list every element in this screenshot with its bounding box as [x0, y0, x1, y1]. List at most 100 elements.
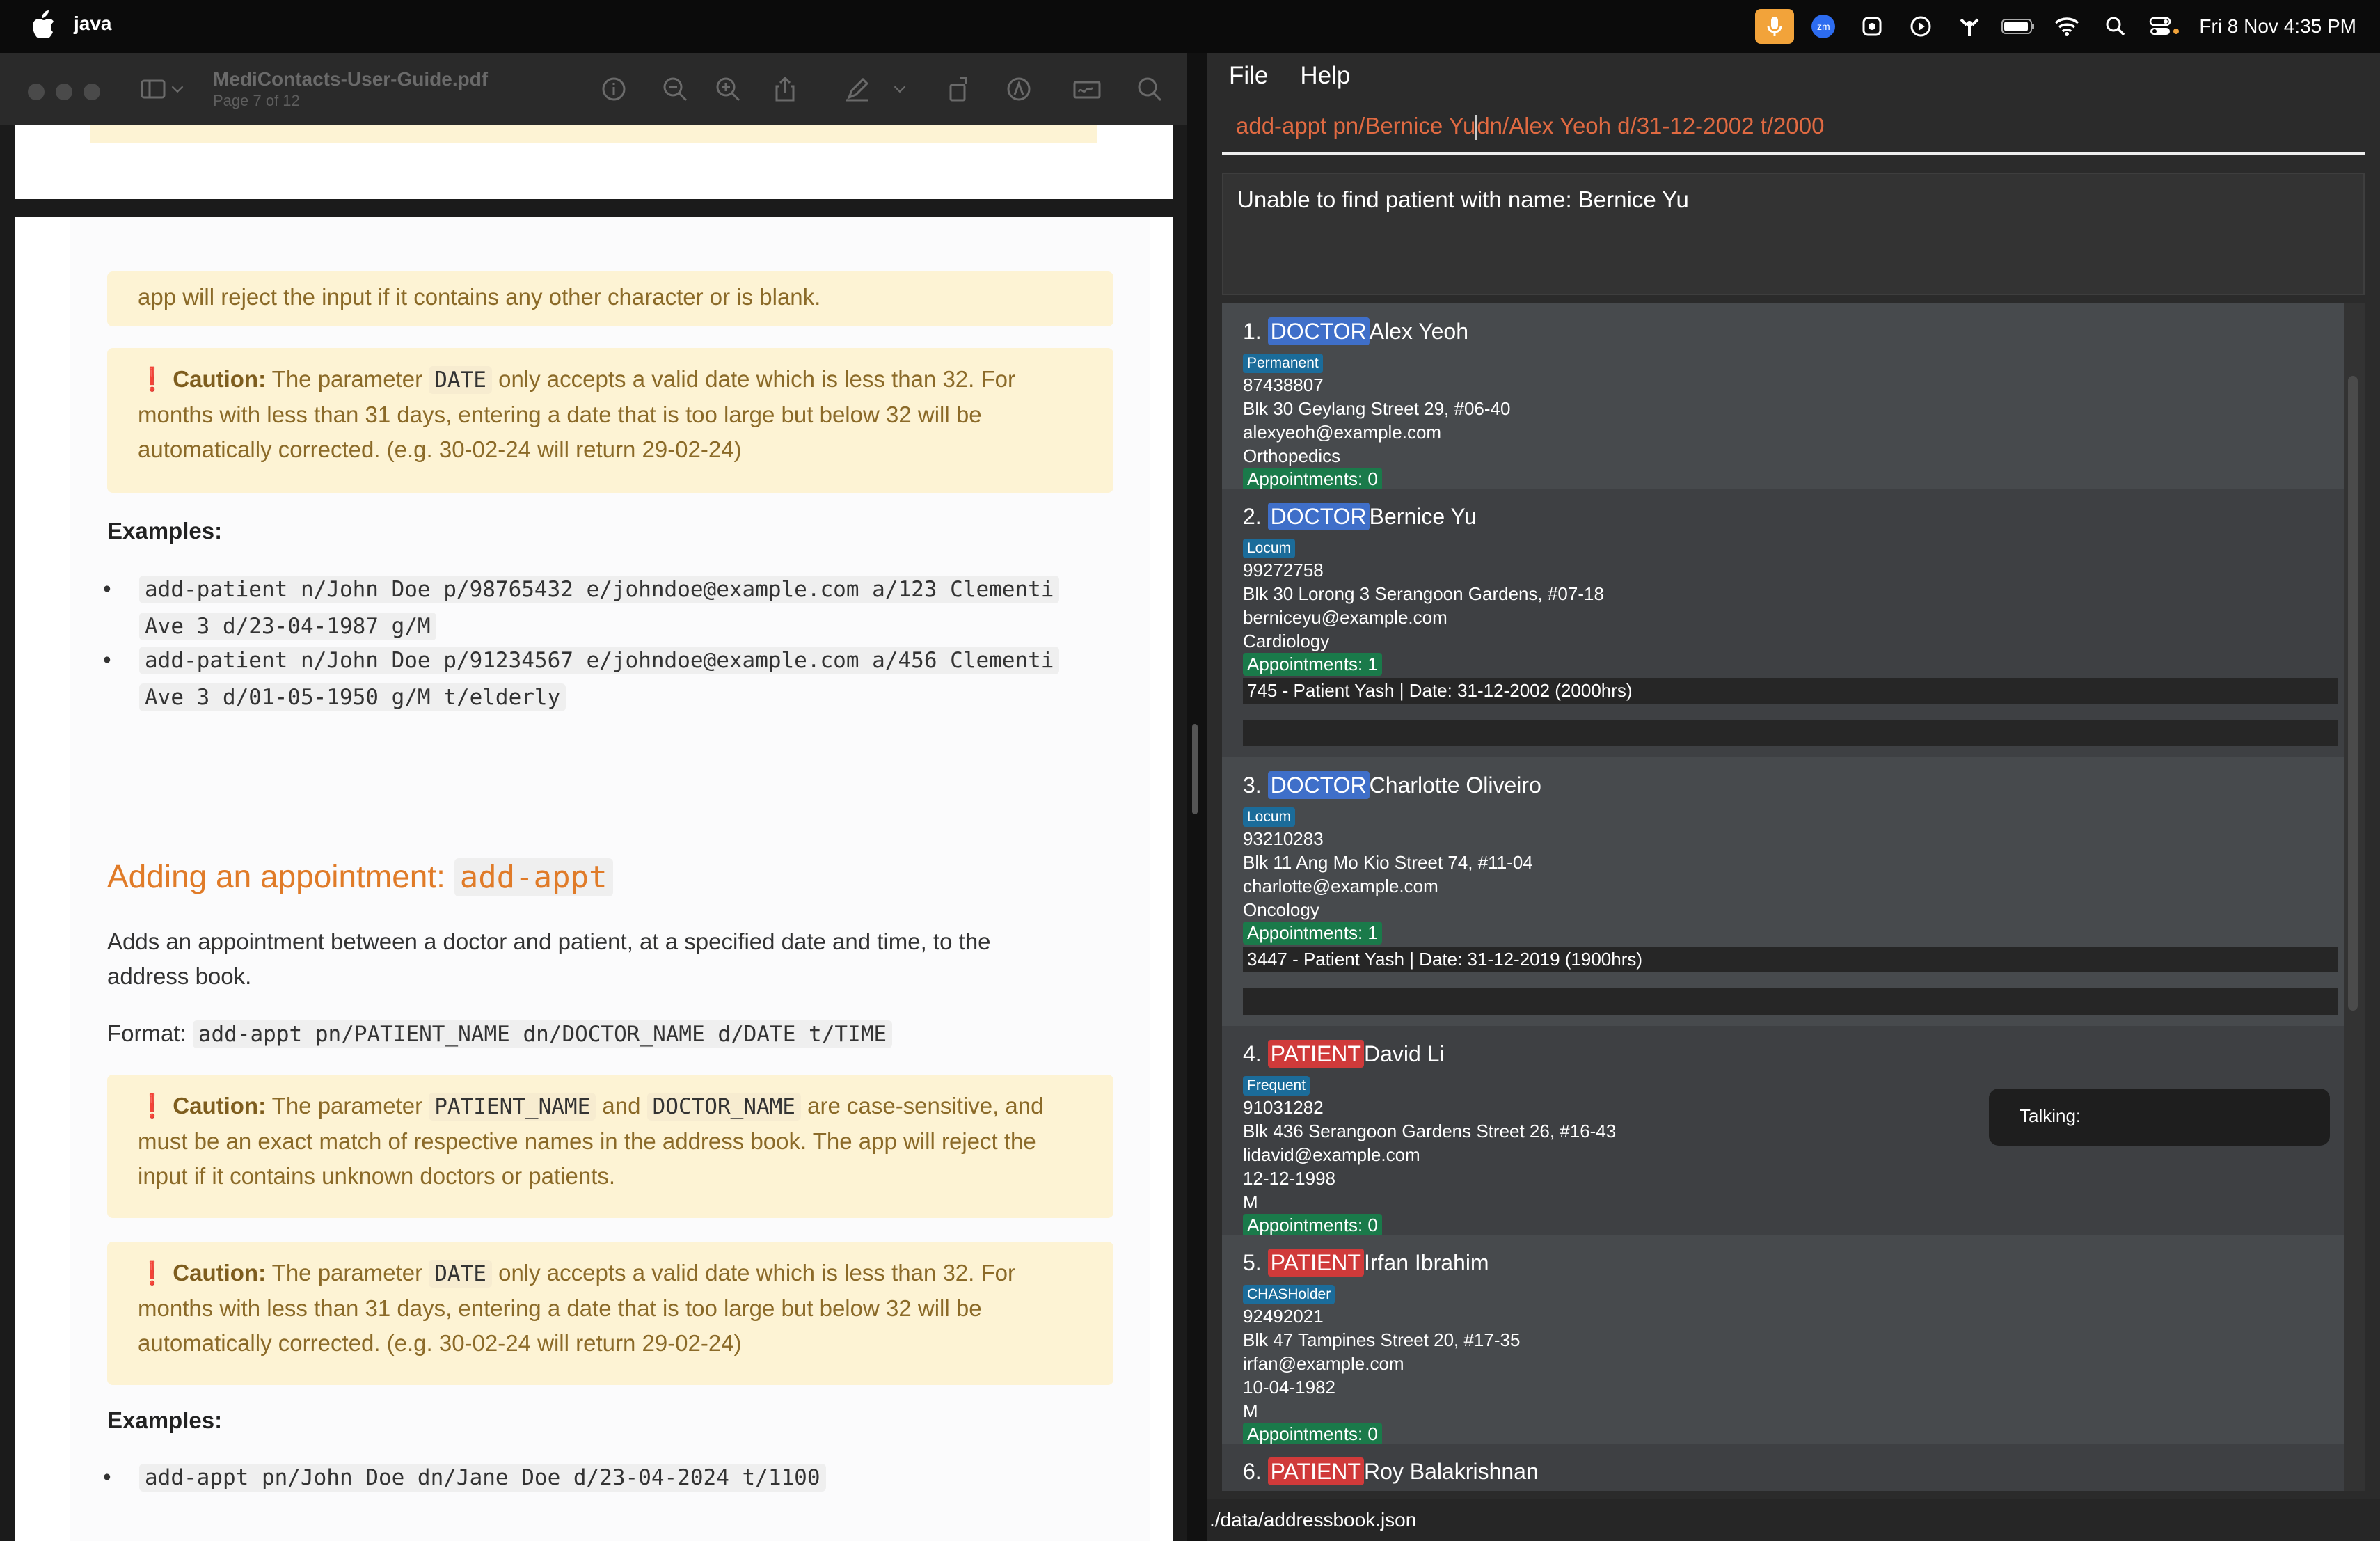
person-list[interactable]: 1. DOCTOR Alex Yeoh Permanent 87438807 Bl… — [1222, 303, 2365, 1491]
chevron-down-icon[interactable] — [167, 72, 188, 106]
signature-icon[interactable] — [1068, 72, 1106, 106]
appointment-row[interactable]: 745 - Patient Yash | Date: 31-12-2002 (2… — [1243, 678, 2338, 704]
caution-label: Caution: — [173, 1260, 267, 1286]
role-badge: DOCTOR — [1267, 771, 1370, 799]
zoom-window-button[interactable] — [84, 84, 100, 100]
list-item[interactable]: 6. PATIENT Roy Balakrishnan — [1222, 1444, 2344, 1491]
data-file-path: ./data/addressbook.json — [1209, 1509, 1417, 1531]
spotlight-icon[interactable] — [2096, 9, 2135, 44]
caution-text: only accepts a valid date which is less … — [498, 1260, 1015, 1286]
microphone-icon[interactable] — [1755, 9, 1795, 44]
tag-badge: CHASHolder — [1243, 1285, 1335, 1304]
app-name[interactable]: java — [74, 13, 112, 35]
caution-box-names: ❗ Caution: The parameter PATIENT_NAME an… — [107, 1075, 1113, 1218]
caution-text: automatically corrected. (e.g. 30-02-24 … — [138, 1330, 742, 1356]
command-input[interactable]: add-appt pn/Bernice Yudn/Alex Yeoh d/31-… — [1222, 106, 2365, 155]
rotate-icon[interactable] — [944, 72, 977, 106]
annotate-icon[interactable] — [1002, 72, 1036, 106]
info-icon[interactable] — [597, 72, 630, 106]
list-item: • add-patient n/John Doe p/98765432 e/jo… — [103, 571, 1141, 645]
pdf-page-previous — [15, 125, 1173, 199]
scrollbar-thumb[interactable] — [2348, 376, 2358, 1011]
wifi-icon[interactable] — [2047, 9, 2086, 44]
menu-help[interactable]: Help — [1300, 62, 1350, 90]
app-menu: File Help — [1207, 53, 2380, 99]
person-heading: 5. PATIENT Irfan Ibrahim — [1243, 1249, 1489, 1277]
tag-badge: Frequent — [1243, 1076, 1310, 1096]
search-icon[interactable] — [1133, 72, 1166, 106]
gender: M — [1243, 1400, 1258, 1421]
markup-pen-icon[interactable] — [841, 72, 874, 106]
minimize-window-button[interactable] — [56, 84, 72, 100]
menu-bar: java zm Fri 8 Nov 4:35 PM — [0, 0, 2380, 53]
play-icon[interactable] — [1901, 9, 1940, 44]
list-item[interactable]: 5. PATIENT Irfan Ibrahim CHASHolder 92492… — [1222, 1235, 2344, 1446]
talking-label: Talking: — [2020, 1105, 2081, 1126]
index: 1. — [1243, 319, 1262, 344]
person-name: Roy Balakrishnan — [1363, 1459, 1539, 1484]
exclamation-icon: ❗ — [138, 366, 167, 392]
appointments-badge: Appointments: 0 — [1243, 1214, 1382, 1237]
bullet: • — [103, 1464, 111, 1489]
caution-text: must be an exact match of respective nam… — [138, 1128, 1036, 1154]
bullet: • — [103, 647, 111, 672]
command-text: dn/Alex Yeoh d/31-12-2002 t/2000 — [1477, 113, 1825, 139]
person-name: Charlotte Oliveiro — [1369, 773, 1541, 798]
index: 5. — [1243, 1250, 1262, 1275]
role-badge: PATIENT — [1267, 1457, 1364, 1485]
markup-chevron-icon[interactable] — [889, 72, 910, 106]
example-code: Ave 3 d/01-05-1950 g/M t/elderly — [139, 683, 566, 711]
role-badge: PATIENT — [1267, 1249, 1364, 1277]
split-handle[interactable] — [1192, 724, 1198, 814]
talking-popup: Talking: — [1989, 1089, 2330, 1146]
appointment-row-empty — [1243, 988, 2338, 1015]
email: alexyeoh@example.com — [1243, 422, 1442, 443]
menu-file[interactable]: File — [1229, 62, 1268, 90]
zoom-out-icon[interactable] — [658, 72, 692, 106]
code-patient-name: PATIENT_NAME — [429, 1093, 596, 1121]
tag-badge: Locum — [1243, 539, 1296, 558]
list-scrollbar[interactable] — [2344, 303, 2365, 1491]
description-text: Adds an appointment between a doctor and… — [107, 928, 991, 954]
list-item[interactable]: 3. DOCTOR Charlotte Oliveiro Locum 932102… — [1222, 757, 2344, 1026]
appointment-row[interactable]: 3447 - Patient Yash | Date: 31-12-2019 (… — [1243, 947, 2338, 972]
tag-badge: Permanent — [1243, 354, 1323, 373]
sidebar-icon[interactable] — [136, 72, 170, 106]
battery-icon[interactable] — [1999, 9, 2038, 44]
index: 2. — [1243, 504, 1262, 529]
list-item[interactable]: 2. DOCTOR Bernice Yu Locum 99272758 Blk 3… — [1222, 489, 2344, 757]
example-code: add-appt pn/John Doe dn/Jane Doe d/23-04… — [139, 1464, 826, 1492]
list-item: • add-appt pn/John Doe dn/Jane Doe d/23-… — [103, 1459, 1141, 1496]
status-bar: ./data/addressbook.json — [1207, 1499, 2380, 1541]
share-icon[interactable] — [768, 72, 802, 106]
phone: 91031282 — [1243, 1097, 1324, 1118]
vpn-icon[interactable] — [1853, 9, 1891, 44]
person-heading: 6. PATIENT Roy Balakrishnan — [1243, 1457, 1539, 1485]
caution-box-date: ❗ Caution: The parameter DATE only accep… — [107, 348, 1113, 493]
email: berniceyu@example.com — [1243, 607, 1447, 628]
address: Blk 47 Tampines Street 20, #17-35 — [1243, 1329, 1521, 1350]
caution-text: input if it contains unknown doctors or … — [138, 1163, 616, 1189]
airdrop-icon[interactable] — [1950, 9, 1989, 44]
code-date: DATE — [429, 1260, 492, 1288]
birth-date: 10-04-1982 — [1243, 1377, 1335, 1398]
zoom-icon[interactable]: zm — [1804, 9, 1843, 44]
pdf-page[interactable]: app will reject the input if it contains… — [15, 217, 1173, 1541]
caution-text: The parameter — [271, 1260, 423, 1286]
index: 6. — [1243, 1459, 1262, 1484]
address: Blk 30 Geylang Street 29, #06-40 — [1243, 398, 1511, 419]
list-item[interactable]: 1. DOCTOR Alex Yeoh Permanent 87438807 Bl… — [1222, 303, 2344, 491]
code-date: DATE — [429, 366, 492, 394]
clock[interactable]: Fri 8 Nov 4:35 PM — [2199, 15, 2356, 38]
person-heading: 1. DOCTOR Alex Yeoh — [1243, 317, 1468, 345]
person-name: Irfan Ibrahim — [1363, 1250, 1489, 1275]
email: lidavid@example.com — [1243, 1144, 1420, 1165]
apple-icon[interactable] — [28, 10, 56, 42]
exclamation-icon: ❗ — [138, 1260, 167, 1286]
control-center-icon[interactable] — [2145, 9, 2184, 44]
zoom-in-icon[interactable] — [711, 72, 745, 106]
close-window-button[interactable] — [28, 84, 45, 100]
specialty: Cardiology — [1243, 631, 1330, 651]
caution-text: The parameter — [271, 366, 423, 392]
appointments-badge: Appointments: 1 — [1243, 653, 1382, 676]
